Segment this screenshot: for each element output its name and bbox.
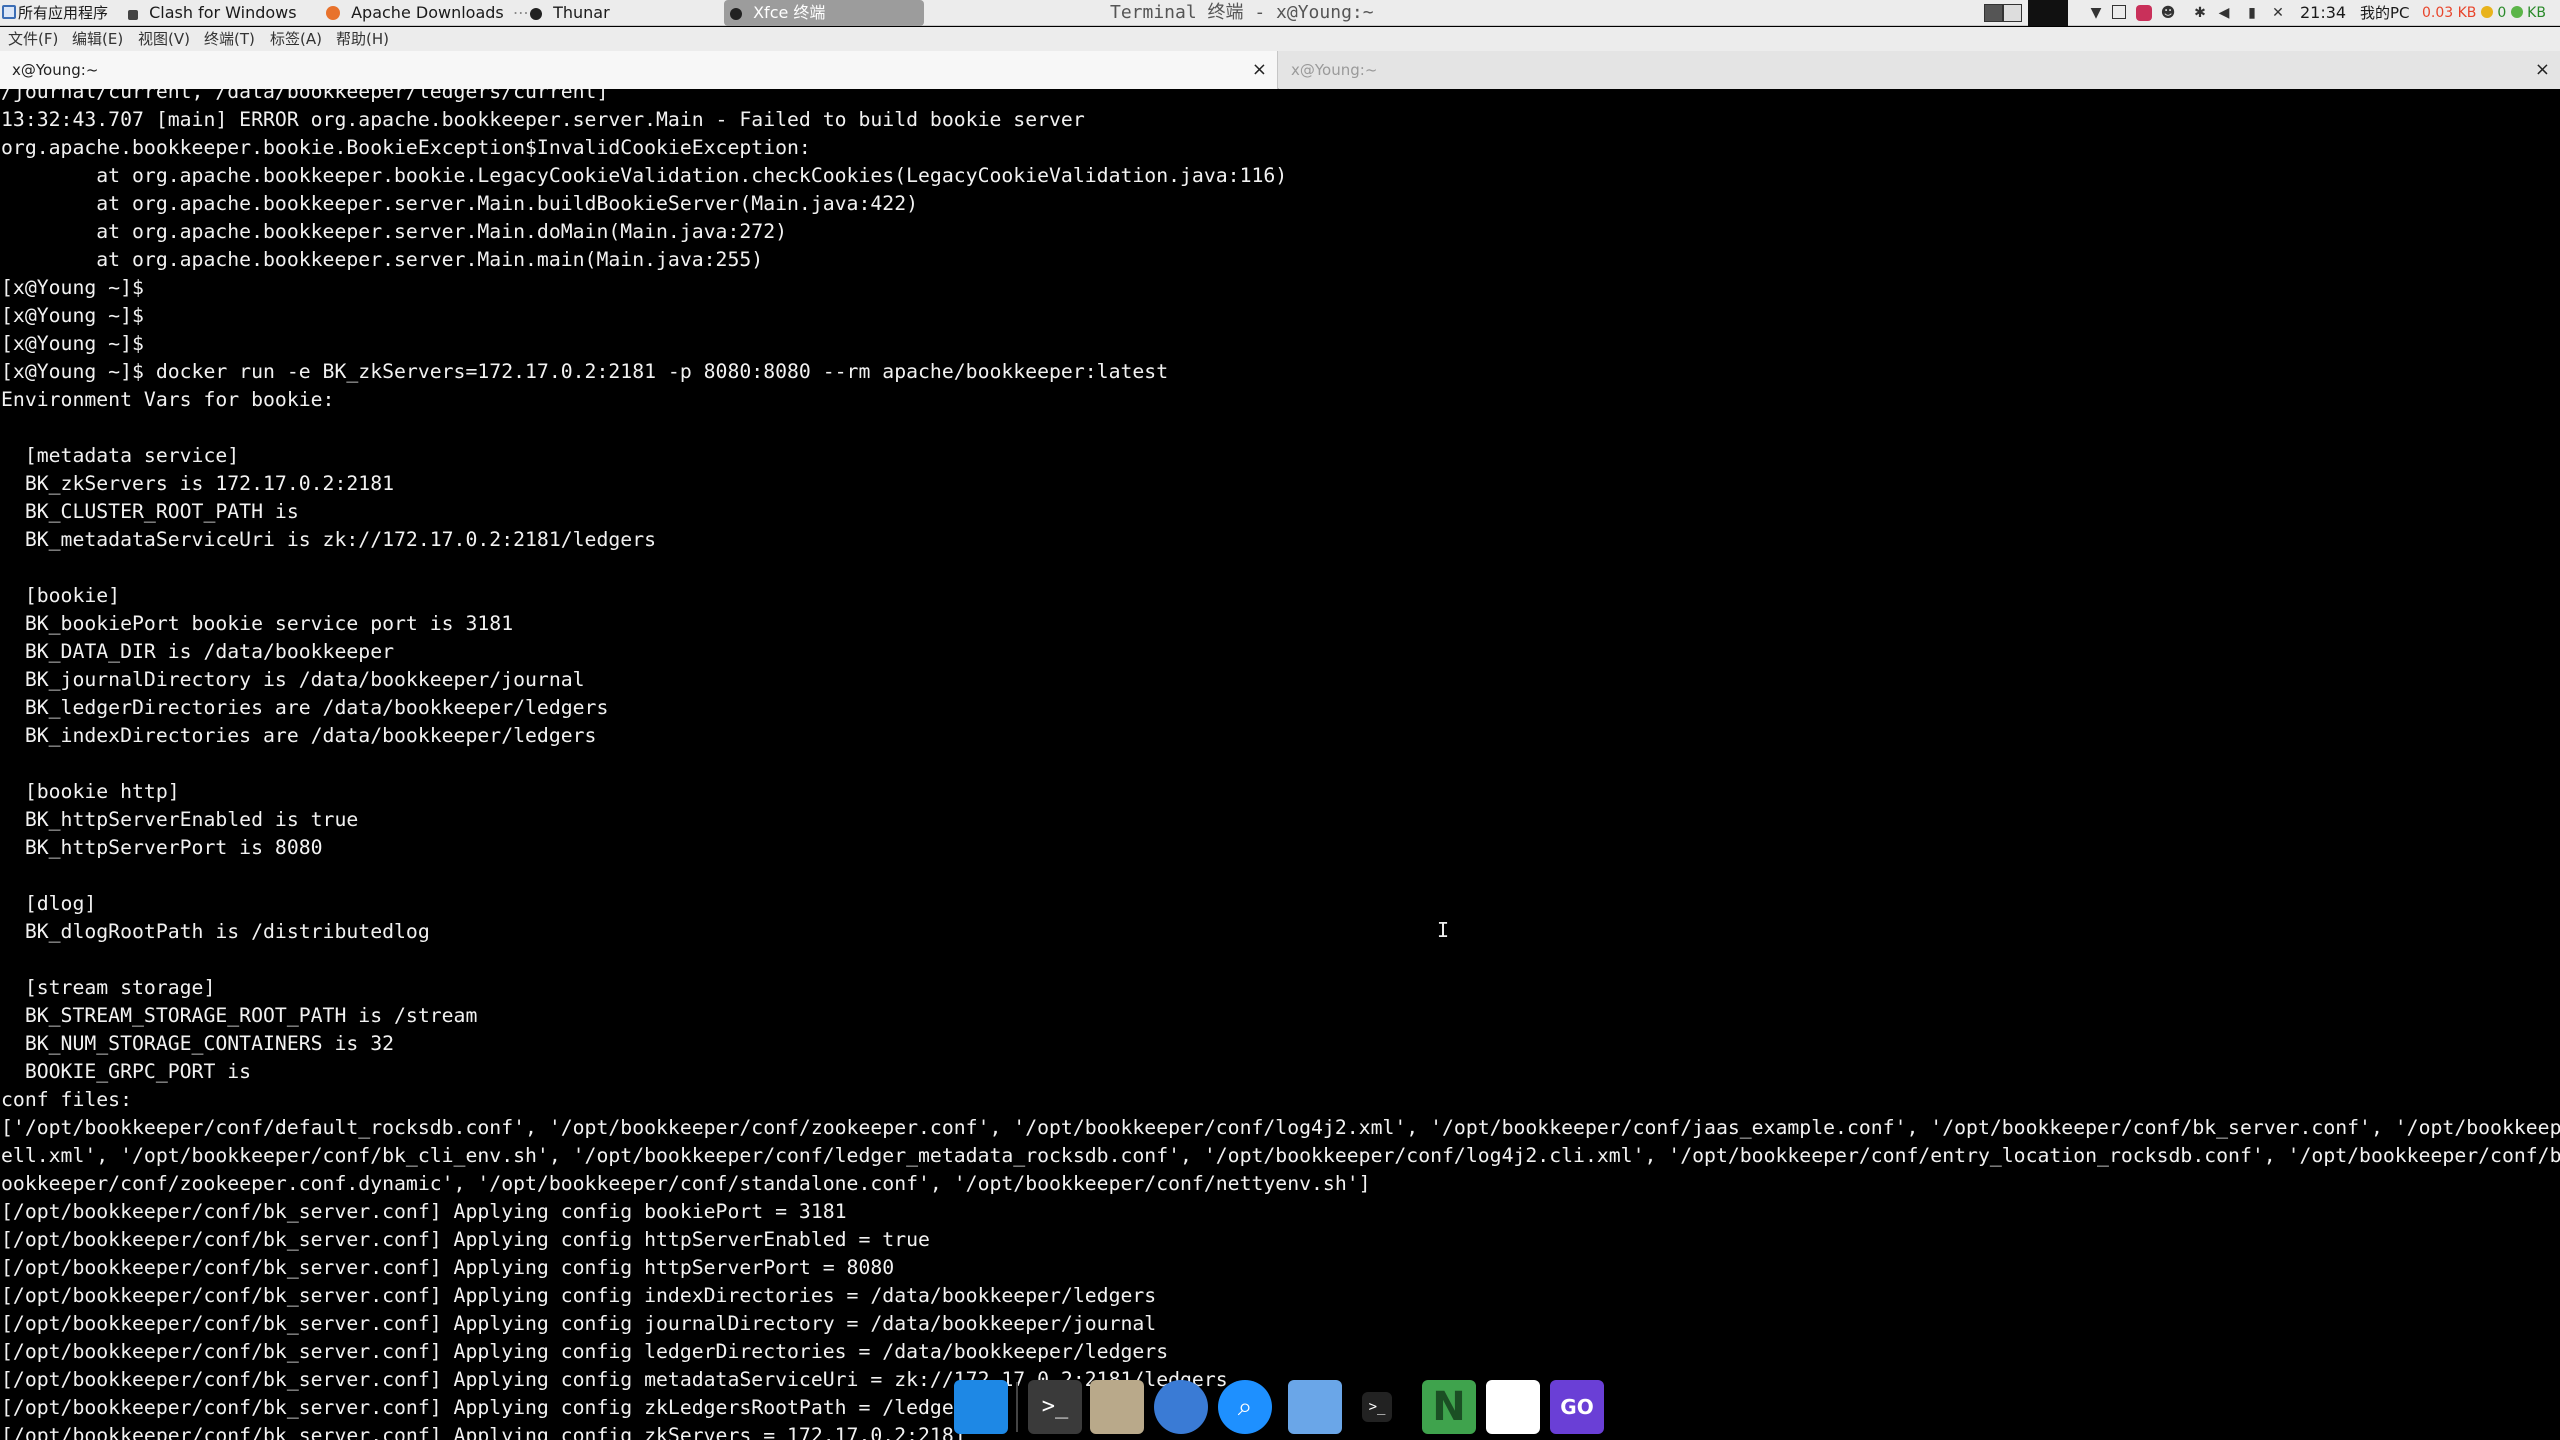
workspace-2[interactable]	[2003, 4, 2022, 22]
dock: >_ ⌕ >_ N GO	[952, 1376, 1612, 1438]
app-menu-label: 所有应用程序	[18, 4, 109, 22]
github-desktop-icon[interactable]	[1486, 1380, 1540, 1434]
volume-icon[interactable]: ◀	[2216, 5, 2232, 21]
user-label[interactable]: 我的PC	[2360, 0, 2410, 26]
tab-label: x@Young:~	[1291, 61, 1378, 79]
close-icon[interactable]: ×	[2535, 51, 2550, 89]
top-panel: 所有应用程序 Clash for Windows Apache Download…	[0, 0, 2560, 26]
clock[interactable]: 21:34	[2300, 0, 2346, 26]
tab-label: x@Young:~	[12, 61, 99, 79]
terminal-output[interactable]: /journal/current, /data/bookkeeper/ledge…	[0, 89, 2560, 1440]
thunar-icon	[530, 8, 542, 20]
terminal-small-icon[interactable]: >_	[1362, 1392, 1392, 1422]
show-desktop-icon[interactable]	[954, 1380, 1008, 1434]
terminal-text: /journal/current, /data/bookkeeper/ledge…	[1, 89, 2560, 1440]
search-icon[interactable]: ⌕	[1218, 1380, 1272, 1434]
network-speed[interactable]: 0.03 KB 0 KB	[2422, 0, 2546, 26]
menu-edit[interactable]: 编辑(E)	[70, 27, 125, 51]
net-speed-up: 0.03	[2422, 5, 2454, 21]
wifi-icon[interactable]: ▼	[2088, 5, 2104, 21]
window-title: Terminal 终端 - x@Young:~	[1110, 2, 1374, 23]
file-manager-icon[interactable]	[1090, 1380, 1144, 1434]
bluetooth-icon[interactable]: ✱	[2192, 5, 2208, 21]
text-cursor-icon: I	[1437, 918, 1450, 942]
notifications-icon[interactable]: ✕	[2270, 5, 2286, 21]
taskbar-item-label: Clash for Windows	[149, 3, 297, 22]
folder-icon[interactable]	[1288, 1380, 1342, 1434]
browser-icon[interactable]	[1154, 1380, 1208, 1434]
firefox-icon	[326, 6, 340, 20]
net-speed-down: 0	[2497, 5, 2507, 21]
clipboard-icon[interactable]	[2112, 5, 2126, 19]
speed-indicator-down-icon	[2510, 6, 2523, 18]
cat-icon[interactable]: ☻	[2160, 5, 2176, 21]
battery-icon[interactable]: ▮	[2244, 5, 2260, 21]
taskbar-item-label: Xfce 终端	[753, 3, 826, 22]
close-icon[interactable]: ×	[1252, 51, 1267, 89]
tab-active[interactable]: x@Young:~ ×	[0, 51, 1278, 89]
terminal-icon[interactable]: >_	[1028, 1380, 1082, 1434]
speed-indicator-icon	[2480, 6, 2493, 18]
clash-icon	[128, 10, 138, 20]
more-icon: ⋯	[512, 3, 529, 22]
net-speed-unit-down: KB	[2527, 5, 2546, 21]
menu-terminal[interactable]: 终端(T)	[202, 27, 257, 51]
menu-help[interactable]: 帮助(H)	[334, 27, 391, 51]
dock-separator	[1016, 1382, 1018, 1432]
neovim-icon[interactable]: N	[1422, 1380, 1476, 1434]
goland-icon[interactable]: GO	[1550, 1380, 1604, 1434]
tab-bar: x@Young:~ × x@Young:~ ×	[0, 51, 2560, 89]
terminal-icon	[730, 8, 742, 20]
menu-tabs[interactable]: 标签(A)	[268, 27, 324, 51]
workspace-preview[interactable]	[2028, 0, 2068, 26]
tab-inactive[interactable]: x@Young:~ ×	[1279, 51, 2560, 89]
taskbar-item-label: Thunar	[553, 3, 610, 22]
taskbar-item-label: Apache Downloads	[351, 3, 504, 22]
app-menu-button[interactable]: 所有应用程序	[0, 0, 122, 26]
menu-view[interactable]: 视图(V)	[136, 27, 192, 51]
menu-bar: 文件(F) 编辑(E) 视图(V) 终端(T) 标签(A) 帮助(H)	[0, 27, 2560, 51]
taskbar-item-thunar[interactable]: Thunar	[530, 0, 710, 26]
workspace-switcher[interactable]	[1984, 0, 2024, 26]
taskbar-item-xfce-terminal[interactable]: Xfce 终端	[724, 0, 924, 26]
app-tray-icon[interactable]	[2136, 5, 2152, 21]
taskbar-item-apache-downloads[interactable]: Apache Downloads ⋯	[326, 0, 529, 26]
taskbar-item-clash[interactable]: Clash for Windows	[128, 0, 318, 26]
app-menu-icon	[2, 5, 16, 19]
workspace-1[interactable]	[1984, 4, 2003, 22]
net-speed-unit-up: KB	[2457, 5, 2477, 21]
menu-file[interactable]: 文件(F)	[6, 27, 60, 51]
